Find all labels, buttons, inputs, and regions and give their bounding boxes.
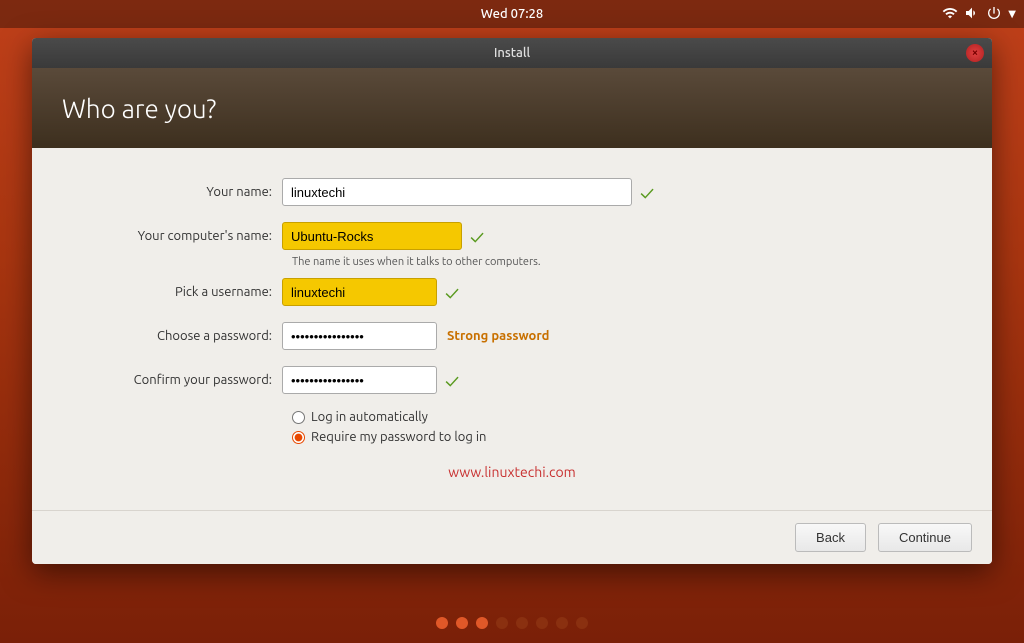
volume-icon xyxy=(964,5,980,24)
network-icon xyxy=(942,5,958,24)
dot-8 xyxy=(576,617,588,629)
name-row: Your name: ✓ xyxy=(72,178,952,206)
computer-name-input[interactable] xyxy=(282,222,462,250)
dot-2 xyxy=(456,617,468,629)
password-input[interactable] xyxy=(282,322,437,350)
window-titlebar: Install × xyxy=(32,38,992,68)
name-checkmark: ✓ xyxy=(640,181,654,204)
computer-label: Your computer's name: xyxy=(72,229,282,243)
window-title: Install xyxy=(494,46,530,60)
page-header: Who are you? xyxy=(32,68,992,148)
confirm-label: Confirm your password: xyxy=(72,373,282,387)
password-label: Choose a password: xyxy=(72,329,282,343)
computer-hint: The name it uses when it talks to other … xyxy=(292,256,952,268)
auto-login-label: Log in automatically xyxy=(311,410,428,424)
dot-4 xyxy=(496,617,508,629)
confirm-password-input[interactable] xyxy=(282,366,437,394)
button-row: Back Continue xyxy=(32,510,992,564)
password-row: Choose a password: Strong password xyxy=(72,322,952,350)
watermark-link[interactable]: www.linuxtechi.com xyxy=(448,464,576,480)
pagination xyxy=(436,617,588,629)
watermark: www.linuxtechi.com xyxy=(72,464,952,480)
form-content: Your name: ✓ Your computer's name: ✓ The… xyxy=(32,148,992,510)
chevron-down-icon[interactable]: ▼ xyxy=(1008,8,1016,20)
login-options: Log in automatically Require my password… xyxy=(292,410,952,444)
username-row: Pick a username: ✓ xyxy=(72,278,952,306)
confirm-checkmark: ✓ xyxy=(445,369,459,392)
auto-login-row: Log in automatically xyxy=(292,410,952,424)
power-icon xyxy=(986,5,1002,24)
close-button[interactable]: × xyxy=(966,44,984,62)
password-strength-label: Strong password xyxy=(447,329,549,343)
name-input[interactable] xyxy=(282,178,632,206)
install-window: Install × Who are you? Your name: ✓ Your… xyxy=(32,38,992,564)
page-title: Who are you? xyxy=(62,94,216,123)
computer-checkmark: ✓ xyxy=(470,225,484,248)
dot-1 xyxy=(436,617,448,629)
name-label: Your name: xyxy=(72,185,282,199)
dot-7 xyxy=(556,617,568,629)
require-password-label: Require my password to log in xyxy=(311,430,486,444)
dot-5 xyxy=(516,617,528,629)
username-input[interactable] xyxy=(282,278,437,306)
topbar: Wed 07:28 ▼ xyxy=(0,0,1024,28)
clock: Wed 07:28 xyxy=(481,7,543,21)
require-password-radio[interactable] xyxy=(292,431,305,444)
username-label: Pick a username: xyxy=(72,285,282,299)
confirm-password-row: Confirm your password: ✓ xyxy=(72,366,952,394)
username-checkmark: ✓ xyxy=(445,281,459,304)
dot-3 xyxy=(476,617,488,629)
dot-6 xyxy=(536,617,548,629)
topbar-icons: ▼ xyxy=(942,5,1016,24)
auto-login-radio[interactable] xyxy=(292,411,305,424)
continue-button[interactable]: Continue xyxy=(878,523,972,552)
computer-name-row: Your computer's name: ✓ xyxy=(72,222,952,250)
back-button[interactable]: Back xyxy=(795,523,866,552)
require-password-row: Require my password to log in xyxy=(292,430,952,444)
